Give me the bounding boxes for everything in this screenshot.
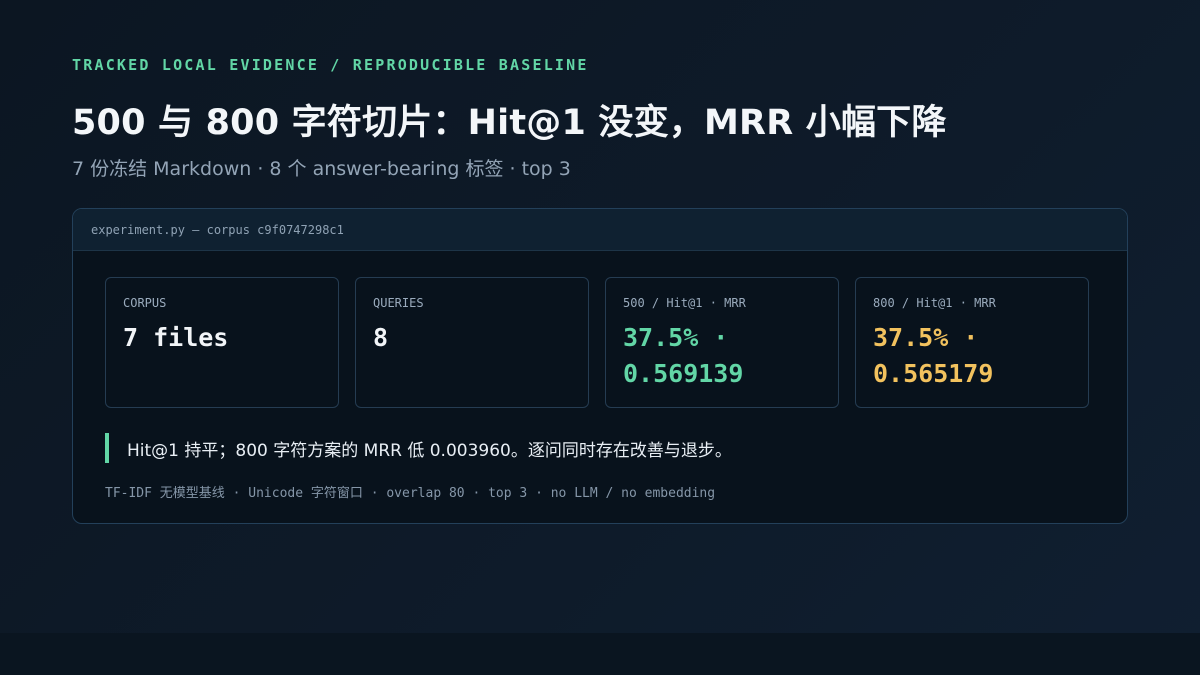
queries-card-label: QUERIES bbox=[373, 296, 424, 310]
chunk-500-card: 500 / Hit@1 · MRR 37.5% · 0.569139 bbox=[605, 277, 839, 408]
method-footnote: TF-IDF 无模型基线 · Unicode 字符窗口 · overlap 80… bbox=[105, 486, 716, 501]
queries-card: QUERIES 8 bbox=[355, 277, 589, 408]
chunk-800-card-label: 800 / Hit@1 · MRR bbox=[873, 296, 996, 310]
corpus-card-label: CORPUS bbox=[123, 296, 167, 310]
experiment-panel: experiment.py — corpus c9f0747298c1 CORP… bbox=[72, 208, 1128, 524]
corpus-card: CORPUS 7 files bbox=[105, 277, 339, 408]
queries-card-value: 8 bbox=[373, 323, 389, 352]
metric-cards: CORPUS 7 files QUERIES 8 500 / Hit@1 · M… bbox=[105, 277, 1089, 408]
panel-header: experiment.py — corpus c9f0747298c1 bbox=[73, 209, 1127, 251]
chunk-800-card: 800 / Hit@1 · MRR 37.5% · 0.565179 bbox=[855, 277, 1089, 408]
page-title: 500 与 800 字符切片：Hit@1 没变，MRR 小幅下降 bbox=[72, 103, 947, 143]
chunk-800-card-value: 37.5% · 0.565179 bbox=[873, 323, 994, 388]
result-note: Hit@1 持平；800 字符方案的 MRR 低 0.003960。逐问同时存在… bbox=[105, 433, 732, 463]
panel-header-title: experiment.py — corpus c9f0747298c1 bbox=[91, 222, 344, 237]
chunk-500-card-value: 37.5% · 0.569139 bbox=[623, 323, 744, 388]
page-subtitle: 7 份冻结 Markdown · 8 个 answer-bearing 标签 ·… bbox=[72, 158, 571, 180]
eyebrow-label: TRACKED LOCAL EVIDENCE / REPRODUCIBLE BA… bbox=[72, 56, 589, 74]
corpus-card-value: 7 files bbox=[123, 323, 229, 352]
bottom-band bbox=[0, 633, 1200, 675]
chunk-500-card-label: 500 / Hit@1 · MRR bbox=[623, 296, 746, 310]
